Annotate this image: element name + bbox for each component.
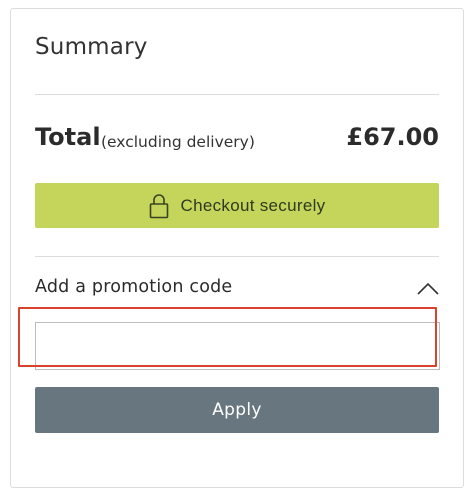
total-label: Total [35,123,101,151]
input-highlight-outline [18,307,437,367]
total-row: Total (excluding delivery) £67.00 [35,123,439,159]
summary-title: Summary [35,34,148,60]
lock-icon [149,193,169,219]
divider [35,256,439,257]
promotion-code-label: Add a promotion code [35,277,233,297]
order-summary-card: Summary Total (excluding delivery) £67.0… [10,8,464,488]
promotion-code-toggle[interactable]: Add a promotion code [35,275,439,303]
divider [35,94,439,95]
total-note: (excluding delivery) [101,133,255,151]
total-amount: £67.00 [346,123,439,151]
chevron-up-icon[interactable] [417,281,439,295]
checkout-label: Checkout securely [180,195,326,215]
checkout-securely-button[interactable]: Checkout securely [35,183,439,228]
apply-button[interactable]: Apply [35,387,439,433]
